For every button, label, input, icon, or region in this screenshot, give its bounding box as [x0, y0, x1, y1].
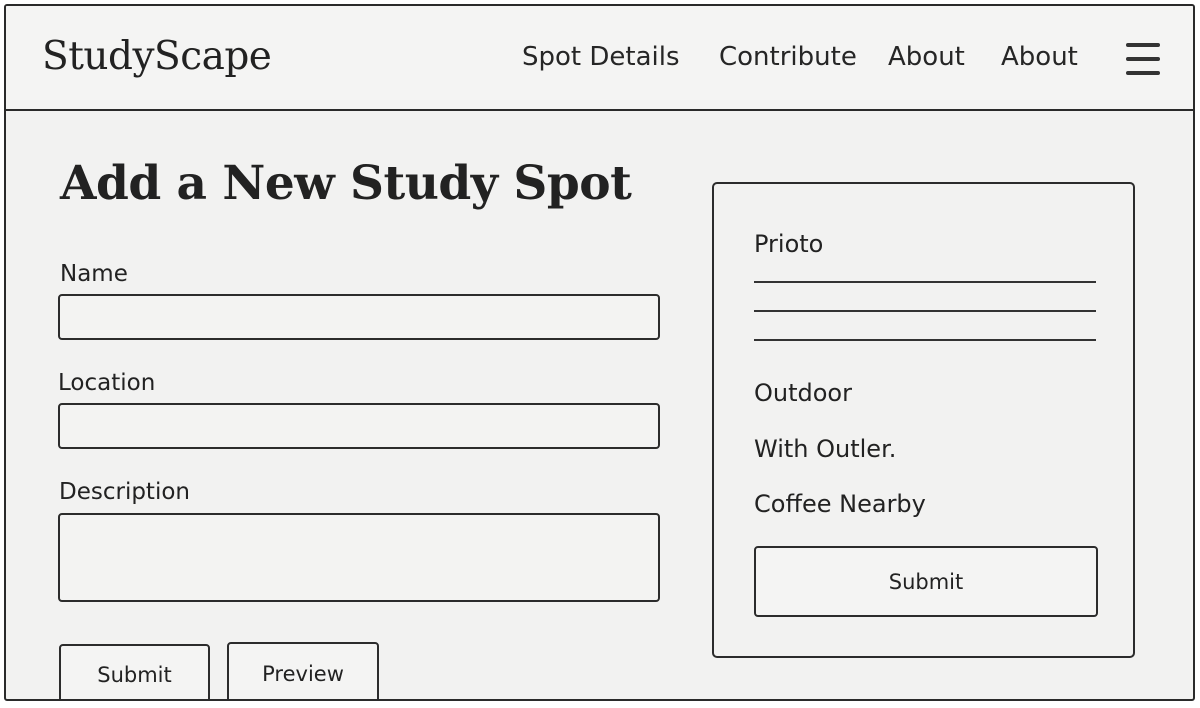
feature-coffee-nearby: Coffee Nearby: [754, 490, 926, 518]
feature-outlet: With Outler.: [754, 435, 897, 463]
description-textarea[interactable]: [58, 513, 660, 602]
nav-contribute[interactable]: Contribute: [719, 42, 857, 72]
hamburger-menu-icon[interactable]: [1126, 43, 1160, 75]
submit-button[interactable]: Submit: [59, 644, 210, 699]
app-logo[interactable]: StudyScape: [42, 34, 272, 79]
location-label: Location: [58, 370, 156, 396]
nav-about-2[interactable]: About: [1001, 42, 1078, 72]
panel-submit-button[interactable]: Submit: [754, 546, 1098, 617]
preview-button[interactable]: Preview: [227, 642, 379, 699]
placeholder-line: [754, 281, 1096, 283]
panel-title: Prioto: [754, 230, 824, 258]
placeholder-line: [754, 310, 1096, 312]
feature-outdoor: Outdoor: [754, 379, 852, 407]
app-window: StudyScape Spot Details Contribute About…: [4, 4, 1195, 701]
header: StudyScape Spot Details Contribute About…: [6, 6, 1193, 111]
placeholder-line: [754, 339, 1096, 341]
name-input[interactable]: [58, 294, 660, 340]
nav-about[interactable]: About: [888, 42, 965, 72]
preview-panel: Prioto Outdoor With Outler. Coffee Nearb…: [712, 182, 1135, 658]
location-input[interactable]: [58, 403, 660, 449]
nav-spot-details[interactable]: Spot Details: [522, 42, 680, 72]
name-label: Name: [60, 261, 128, 287]
description-label: Description: [59, 479, 190, 505]
page-title: Add a New Study Spot: [60, 156, 632, 211]
